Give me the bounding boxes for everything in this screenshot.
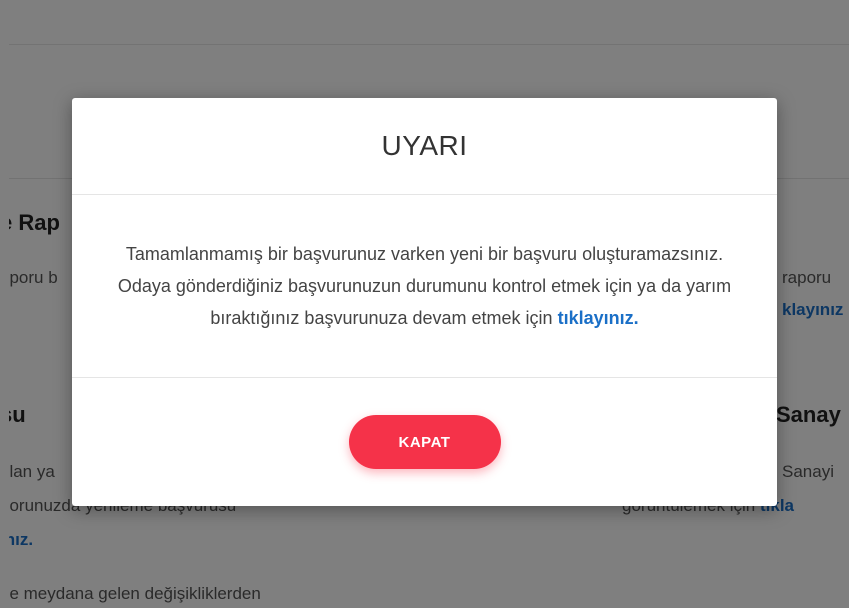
dialog-title: UYARI — [381, 130, 468, 161]
dialog-header: UYARI — [72, 98, 777, 195]
click-here-link[interactable]: tıklayınız. — [558, 308, 639, 328]
warning-dialog: UYARI Tamamlanmamış bir başvurunuz varke… — [72, 98, 777, 506]
dialog-message-text: Tamamlanmamış bir başvurunuz varken yeni… — [117, 244, 732, 328]
dialog-footer: KAPAT — [72, 378, 777, 506]
close-button[interactable]: KAPAT — [348, 415, 501, 469]
dialog-message: Tamamlanmamış bir başvurunuz varken yeni… — [105, 238, 745, 334]
dialog-body: Tamamlanmamış bir başvurunuz varken yeni… — [72, 195, 777, 378]
